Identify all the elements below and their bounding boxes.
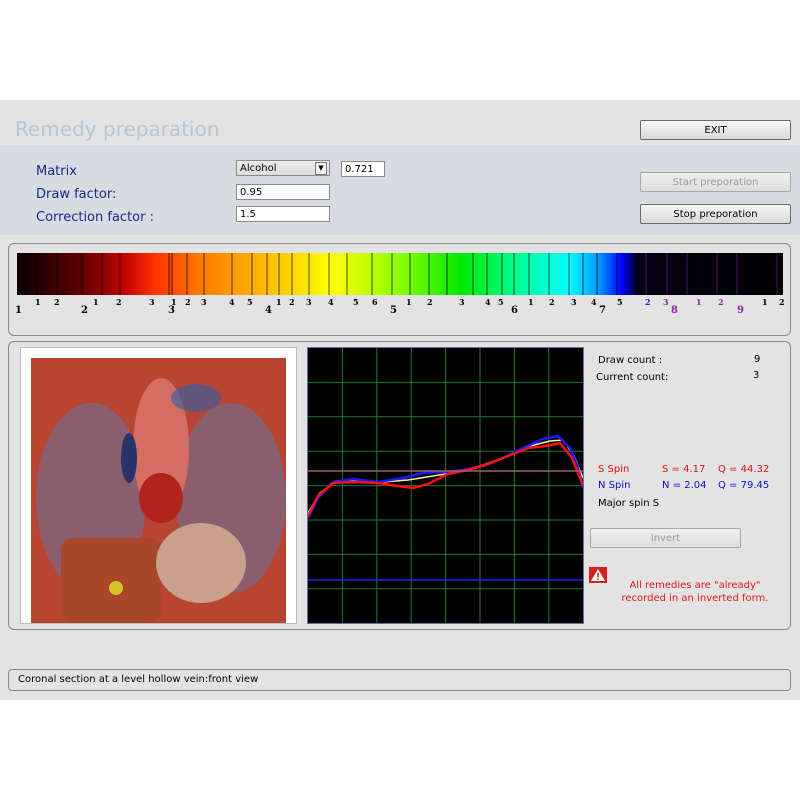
spectrum-small-tick: 4 (485, 297, 491, 307)
spectrum-small-tick: 3 (663, 297, 669, 307)
spectrum-small-tick: 3 (571, 297, 577, 307)
spectrum-small-tick: 6 (372, 297, 378, 307)
draw-factor-label: Draw factor: (36, 187, 117, 202)
draw-count-value: 9 (754, 354, 761, 365)
spectrum-major-tick: 6 (511, 305, 518, 316)
matrix-number-field[interactable]: 0.721 (341, 161, 385, 177)
current-count-value: 3 (753, 370, 760, 381)
spectrum-small-tick: 2 (427, 297, 433, 307)
matrix-label: Matrix (36, 164, 77, 179)
spectrum-small-tick: 3 (201, 297, 207, 307)
spectrum-major-tick: 2 (81, 305, 88, 316)
spectrum-small-tick: 4 (229, 297, 235, 307)
spin-graph (307, 347, 584, 624)
spectrum-major-tick: 7 (599, 305, 606, 316)
s-spin-q: Q = 44.32 (718, 464, 770, 475)
spectrum-major-tick: 9 (737, 305, 744, 316)
spectrum-small-tick: 4 (591, 297, 597, 307)
spectrum-small-tick: 2 (645, 297, 651, 307)
s-spin-value: S = 4.17 (662, 464, 706, 475)
warning-message: All remedies are "already" recorded in a… (621, 580, 769, 604)
current-count-label: Current count: (596, 372, 669, 383)
matrix-select[interactable]: Alcohol ▼ (236, 160, 330, 176)
correction-factor-field[interactable]: 1.5 (236, 206, 330, 222)
spectrum-small-tick: 2 (718, 297, 724, 307)
n-spin-value: N = 2.04 (662, 480, 707, 491)
spectrum-small-tick: 3 (149, 297, 155, 307)
spectrum-small-tick: 1 (35, 297, 41, 307)
spin-graph-canvas (308, 348, 583, 623)
spectrum-major-tick: 1 (15, 305, 22, 316)
spectrum-small-tick: 1 (276, 297, 282, 307)
spectrum-small-tick: 5 (247, 297, 253, 307)
image-caption: Coronal section at a level hollow vein:f… (8, 669, 791, 691)
spectrum-small-tick: 5 (617, 297, 623, 307)
warning-icon (589, 567, 607, 583)
correction-factor-label: Correction factor : (36, 210, 154, 225)
spectrum-small-tick: 5 (353, 297, 359, 307)
spectrum-small-tick: 1 (696, 297, 702, 307)
spectrum-small-tick: 3 (459, 297, 465, 307)
spectrum-small-tick: 5 (498, 297, 504, 307)
stop-preparation-button[interactable]: Stop preporation (640, 204, 791, 224)
draw-count-label: Draw count : (598, 355, 663, 366)
color-spectrum-bar (17, 253, 783, 295)
start-preparation-button[interactable]: Start preporation (640, 172, 791, 192)
matrix-select-value: Alcohol (240, 163, 277, 174)
spectrum-small-tick: 3 (306, 297, 312, 307)
spectrum-small-tick: 2 (185, 297, 191, 307)
spectrum-small-tick: 2 (54, 297, 60, 307)
chevron-down-icon[interactable]: ▼ (315, 162, 327, 175)
major-spin-text: Major spin S (598, 498, 660, 509)
anatomy-image (20, 347, 297, 624)
spectrum-major-tick: 4 (265, 305, 272, 316)
n-spin-label: N Spin (598, 480, 631, 491)
spectrum-small-tick: 4 (328, 297, 334, 307)
spectrum-major-tick: 5 (390, 305, 397, 316)
n-spin-q: Q = 79.45 (718, 480, 770, 491)
spectrum-small-tick: 1 (406, 297, 412, 307)
remedy-window: Remedy preparation EXIT Matrix Alcohol ▼… (0, 100, 800, 700)
spectrum-small-tick: 1 (93, 297, 99, 307)
spectrum-major-tick: 3 (168, 305, 175, 316)
settings-area: Matrix Alcohol ▼ 0.721 Draw factor: 0.95… (0, 145, 800, 235)
window-title: Remedy preparation (15, 117, 220, 141)
anatomy-illustration (31, 358, 286, 623)
spectrum-small-tick: 1 (528, 297, 534, 307)
spectrum-small-tick: 2 (549, 297, 555, 307)
spectrum-small-tick: 2 (116, 297, 122, 307)
draw-factor-field[interactable]: 0.95 (236, 184, 330, 200)
spectrum-small-tick: 2 (289, 297, 295, 307)
spectrum-small-tick: 1 (762, 297, 768, 307)
exit-button[interactable]: EXIT (640, 120, 791, 140)
s-spin-label: S Spin (598, 464, 630, 475)
spectrum-major-tick: 8 (671, 305, 678, 316)
invert-button[interactable]: Invert (590, 528, 741, 548)
spectrum-small-tick: 2 (779, 297, 785, 307)
